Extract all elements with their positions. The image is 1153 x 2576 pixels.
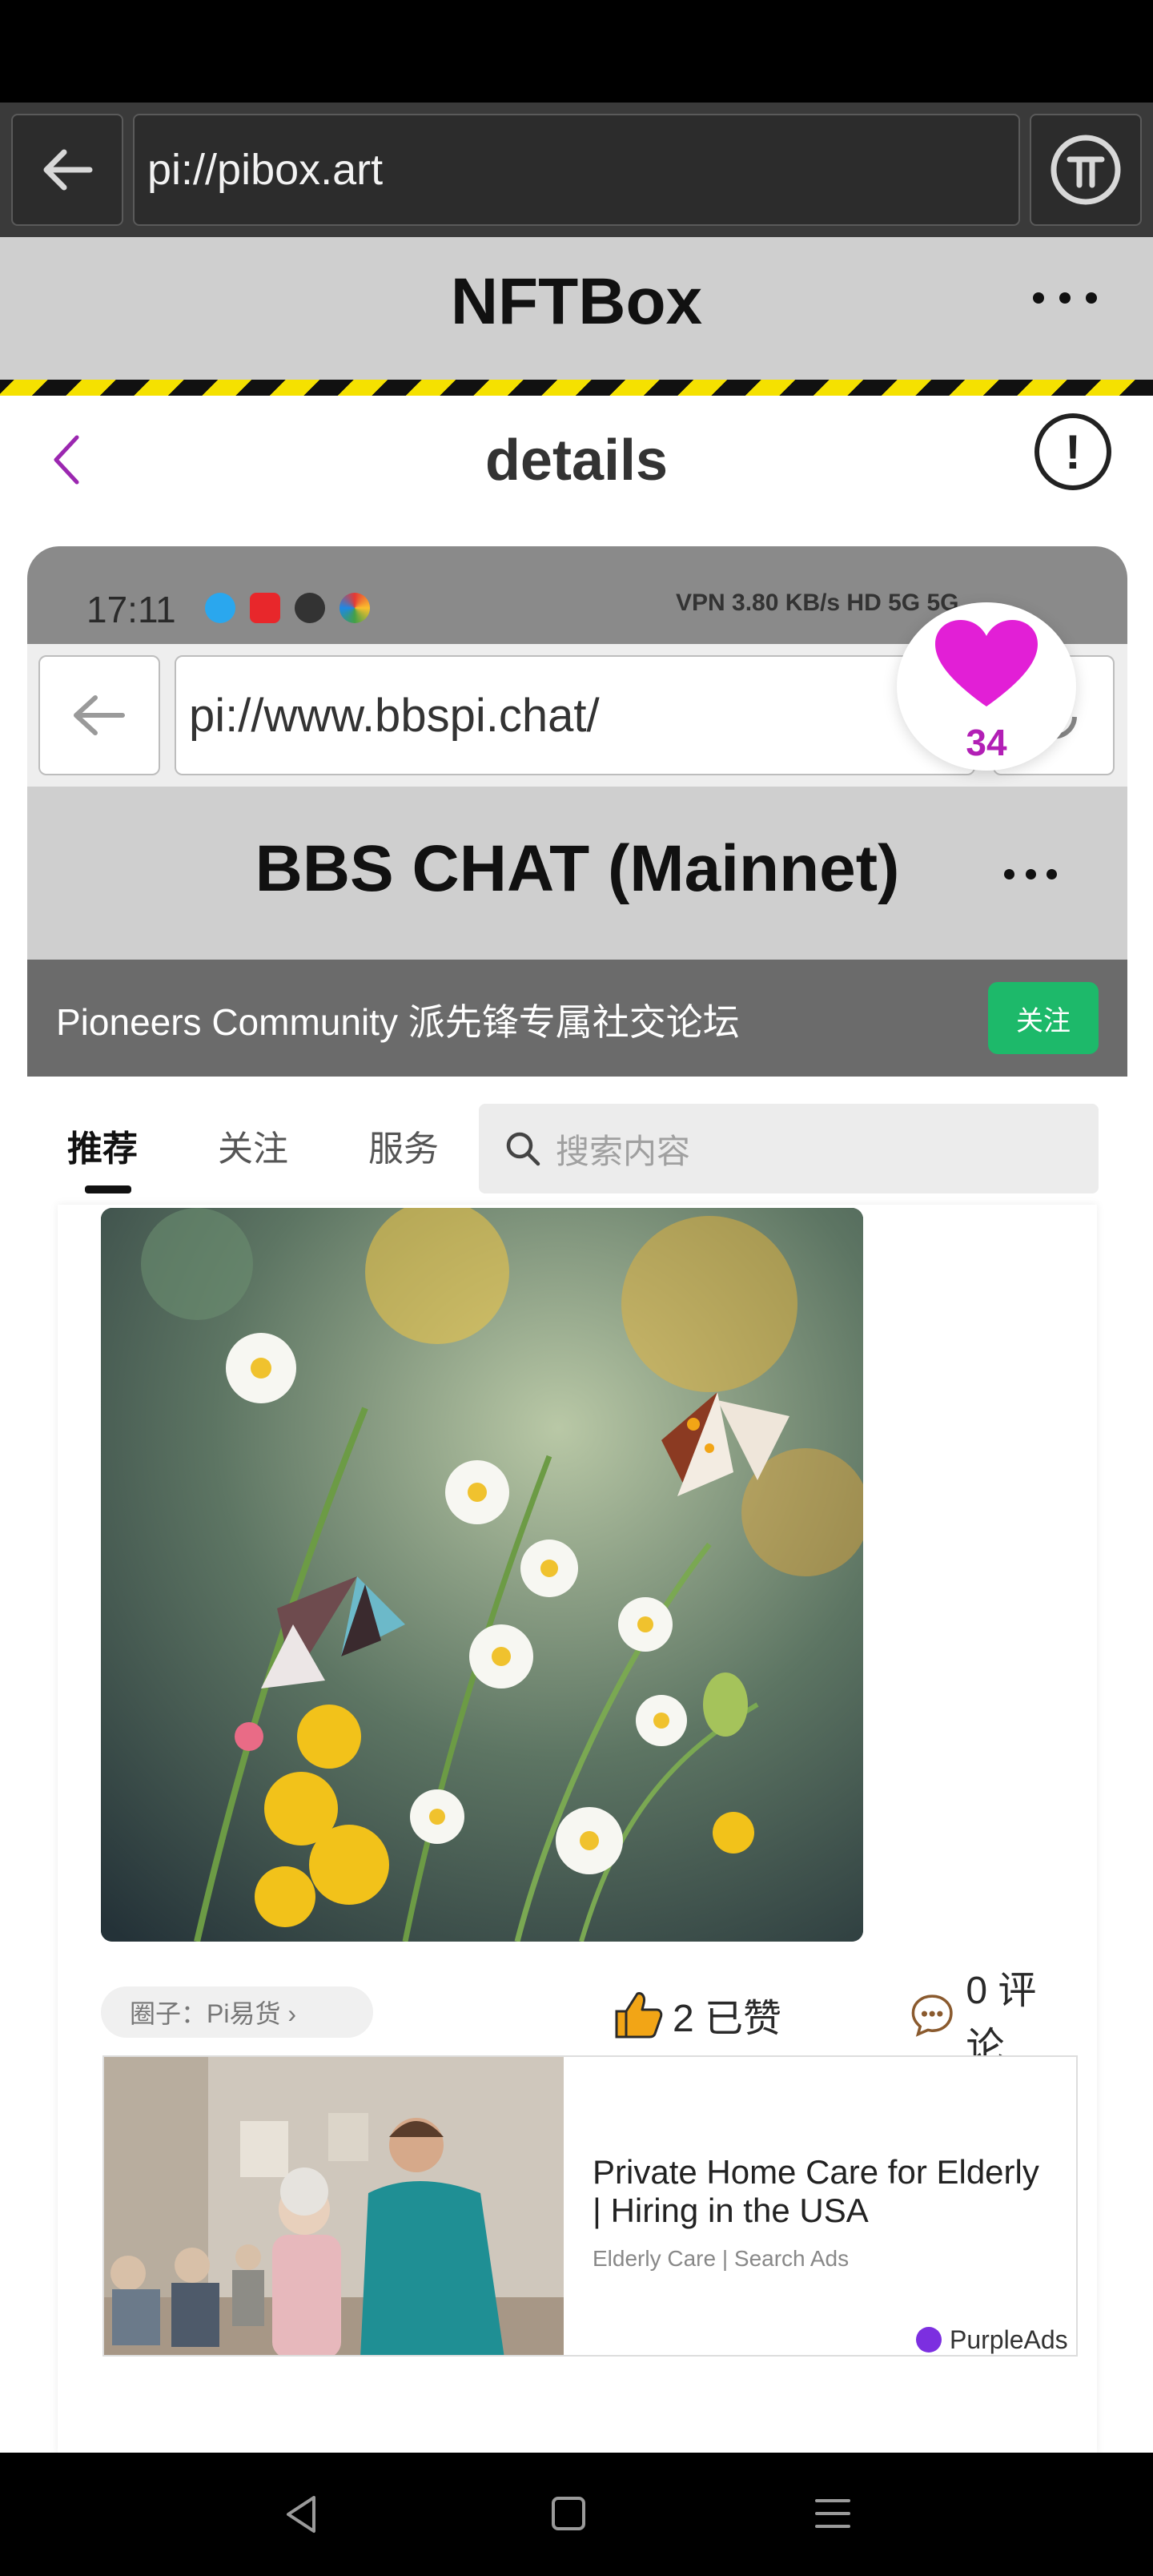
- browser-back-button[interactable]: [11, 114, 123, 226]
- purpleads-logo-icon: [916, 2327, 942, 2353]
- search-icon: [506, 1132, 540, 1166]
- bbs-title: BBS CHAT (Mainnet): [255, 832, 900, 905]
- post-image[interactable]: [101, 1208, 863, 1942]
- dot-icon: [1047, 868, 1057, 879]
- community-name: Pioneers Community 派先锋专属社交论坛: [56, 1001, 740, 1043]
- community-bar: Pioneers Community 派先锋专属社交论坛 关注: [27, 960, 1127, 1077]
- embedded-back-button[interactable]: [38, 655, 160, 775]
- thumbs-up-icon: [615, 1992, 663, 2039]
- caregiver-photo: [104, 2057, 564, 2355]
- heart-icon: [935, 620, 1038, 706]
- ad-title[interactable]: Private Home Care for Elderly | Hiring i…: [593, 2153, 1041, 2231]
- ad-subtitle: Elderly Care | Search Ads: [593, 2246, 850, 2271]
- like-heart-badge[interactable]: 34: [897, 602, 1076, 771]
- nav-menu-icon[interactable]: [814, 2494, 852, 2533]
- dot-icon: [1059, 292, 1071, 304]
- circle-tag-label: 圈子：Pi易货 ›: [130, 1999, 297, 2028]
- app-title: NFTBox: [450, 265, 703, 338]
- tab-following[interactable]: 关注: [218, 1120, 288, 1171]
- ad-provider-badge[interactable]: PurpleAds: [908, 2321, 1076, 2355]
- dot-icon: [1033, 292, 1044, 304]
- app-header: NFTBox: [0, 237, 1153, 380]
- details-page: details ! 17:11 VPN 3.80 KB/s HD 5G 5G p…: [0, 396, 1153, 2453]
- nav-back-icon[interactable]: [282, 2493, 322, 2536]
- comment-button[interactable]: 0 评论: [910, 1970, 1062, 2068]
- comment-count: 0 评论: [966, 1970, 1037, 2068]
- status-system-icons: VPN 3.80 KB/s HD 5G 5G: [676, 590, 959, 616]
- nav-home-icon[interactable]: [549, 2494, 588, 2533]
- app-notification-icon: [205, 593, 235, 623]
- status-bar: [0, 0, 1153, 103]
- follow-button[interactable]: 关注: [988, 982, 1099, 1054]
- dot-icon: [1025, 868, 1036, 879]
- hazard-stripe: [0, 380, 1153, 396]
- ad-image: [104, 2057, 564, 2355]
- arrow-left-icon: [43, 149, 93, 191]
- embedded-url-field[interactable]: pi://www.bbspi.chat/: [175, 655, 975, 775]
- report-icon[interactable]: !: [1034, 413, 1111, 490]
- browser-toolbar: pi://pibox.art: [0, 103, 1153, 237]
- search-input[interactable]: 搜索内容: [479, 1104, 1099, 1193]
- bbs-more-button[interactable]: [1004, 862, 1057, 886]
- like-button[interactable]: 2 已赞: [610, 1986, 781, 2043]
- circle-tag[interactable]: 圈子：Pi易货 ›: [101, 1986, 373, 2038]
- pi-browser-button[interactable]: [1030, 114, 1142, 226]
- dot-icon: [1004, 868, 1014, 879]
- post-meta-row: 圈子：Pi易货 › 2 已赞 0 评论: [101, 1970, 1062, 2068]
- browser-url-field[interactable]: pi://pibox.art: [133, 114, 1020, 226]
- ad-provider-label: PurpleAds: [950, 2324, 1068, 2354]
- comment-icon: [911, 1994, 953, 2037]
- ad-banner[interactable]: Private Home Care for Elderly | Hiring i…: [102, 2055, 1078, 2357]
- tab-services[interactable]: 服务: [368, 1120, 439, 1171]
- status-time: 17:11: [86, 589, 176, 630]
- arrow-left-icon: [74, 695, 125, 735]
- butterfly-flowers-image: [101, 1208, 863, 1942]
- heart-count: 34: [966, 722, 1007, 763]
- like-count: 2 已赞: [673, 1998, 782, 2040]
- app-notification-icon: [339, 593, 370, 623]
- bbs-header: BBS CHAT (Mainnet): [27, 787, 1127, 960]
- tab-recommended[interactable]: 推荐: [67, 1120, 138, 1171]
- app-notification-icon: [295, 593, 325, 623]
- system-nav-bar: [0, 2453, 1153, 2576]
- page-title: details: [484, 429, 669, 493]
- dot-icon: [1086, 292, 1097, 304]
- active-tab-indicator: [85, 1185, 131, 1193]
- search-placeholder: 搜索内容: [556, 1132, 691, 1170]
- more-menu-button[interactable]: [1033, 282, 1097, 314]
- pi-logo-icon: [1051, 135, 1121, 205]
- post-card: 圈子：Pi易货 › 2 已赞 0 评论 Private Home Care fo…: [58, 1205, 1097, 2453]
- tab-bar: 推荐 关注 服务 搜索内容: [27, 1077, 1127, 1205]
- app-notification-icon: [250, 593, 280, 623]
- embedded-screenshot: 17:11 VPN 3.80 KB/s HD 5G 5G pi://www.bb…: [27, 546, 1127, 2453]
